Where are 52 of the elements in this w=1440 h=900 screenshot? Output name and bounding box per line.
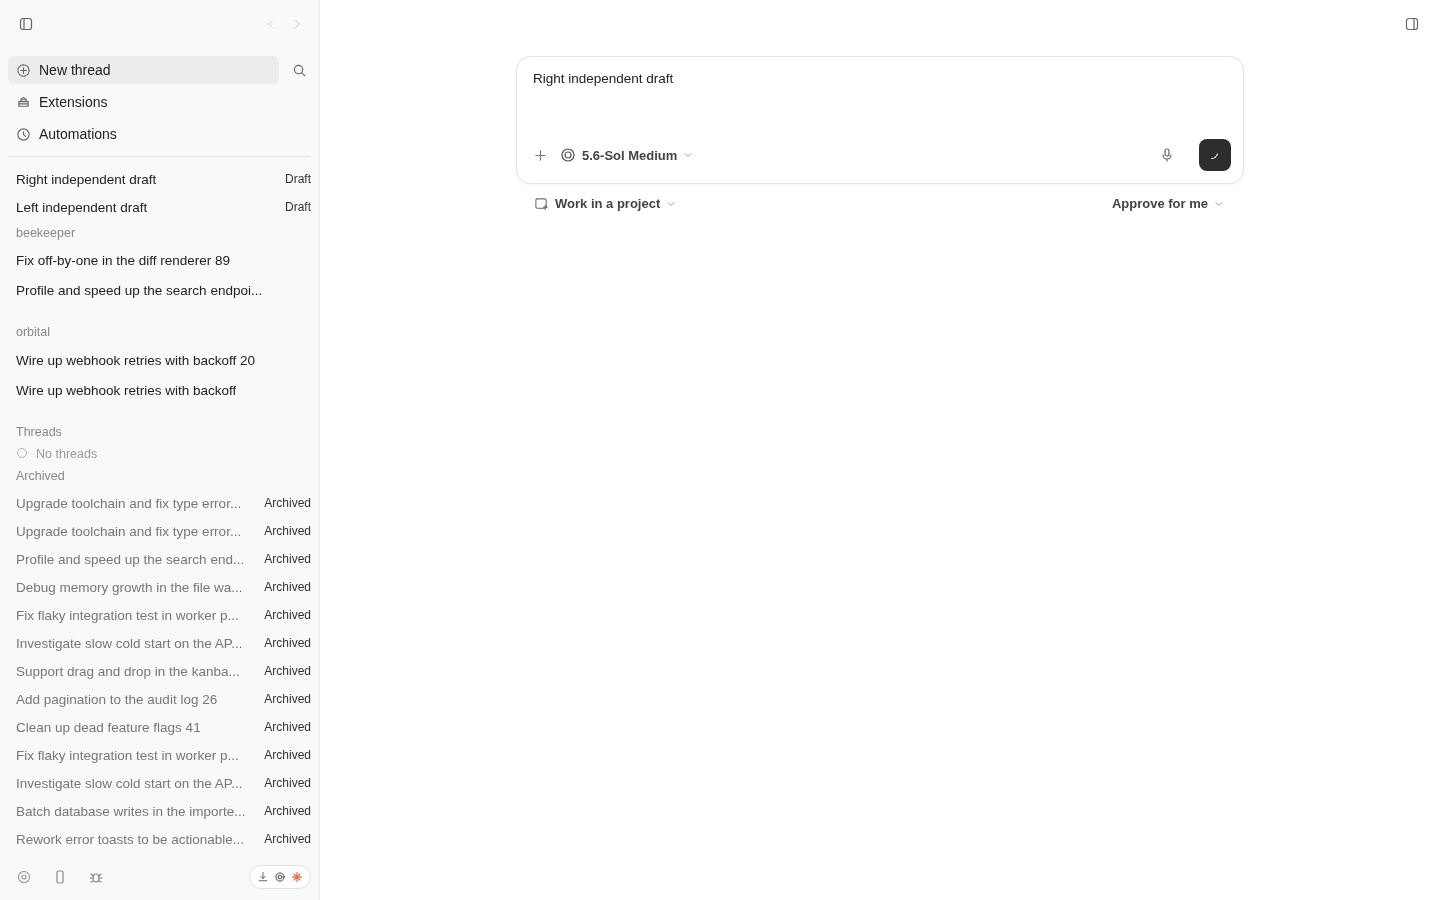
section-label: Archived [15,468,66,485]
archived-item[interactable]: Fix flaky integration test in worker p... Archived [8,741,311,769]
integrations-pill[interactable] [249,865,311,889]
panel-toggle-button[interactable] [1404,16,1420,32]
message-field[interactable]: Right independent draft 5.6-Sol Medium [516,56,1244,184]
extensions-icon [16,94,31,110]
thread-item[interactable]: Profile and speed up the search endpoi... [8,275,311,305]
search-icon [291,62,307,78]
nav-item[interactable]: Automations [8,120,311,148]
archived-item[interactable]: Upgrade toolchain and fix type error... Archived [8,489,311,517]
archived-item[interactable]: Investigate slow cold start on the AP... Archived [8,629,311,657]
archived-item[interactable]: Rework error toasts to be actionable... Archived [8,825,311,853]
folder-icon [534,196,549,211]
project-selector[interactable]: Work in a project [534,196,677,211]
section-label: Threads [15,424,63,441]
archived-item[interactable]: Debug memory growth in the file wa... Archived [8,573,311,601]
settings-button[interactable] [16,869,32,885]
project-label: beekeeper [15,225,77,242]
draft-item[interactable]: Right independent draft Draft [8,165,311,193]
mic-button[interactable] [1159,147,1175,163]
archived-item[interactable]: Support drag and drop in the kanba... Archived [8,657,311,685]
nav-item[interactable]: Extensions [8,88,311,116]
draft-item[interactable]: Left independent draft Draft [8,193,311,221]
plus-icon [533,147,548,163]
panel-icon [1404,16,1420,32]
send-button[interactable] [1199,139,1231,171]
archived-item[interactable]: Investigate slow cold start on the AP... Archived [8,769,311,797]
settings-icon [16,869,32,885]
archived-item[interactable]: Upgrade toolchain and fix type error... Archived [8,517,311,545]
approval-selector[interactable]: Approve for me [1111,196,1224,211]
thread-item[interactable]: Fix off-by-one in the diff renderer 89 [8,245,311,275]
download-icon [257,871,269,883]
thread-item[interactable]: Wire up webhook retries with backoff 20 [8,345,311,375]
panel-icon [18,16,34,32]
starburst-icon [291,871,303,883]
archived-item[interactable]: Add pagination to the audit log 26 Archived [8,685,311,713]
archived-item[interactable]: Profile and speed up the search end... Archived [8,545,311,573]
project-label: orbital [15,324,52,341]
microphone-icon [1159,147,1175,163]
clock-icon [16,126,31,142]
empty-text: No threads [36,447,98,459]
plus-circle-icon [16,62,31,78]
chat-icon [16,447,28,459]
archived-item[interactable]: Batch database writes in the importe... Archived [8,797,311,825]
sidebar-toggle-icon[interactable] [18,16,34,32]
archived-item[interactable]: Fix flaky integration test in worker p... Archived [8,601,311,629]
model-selector[interactable]: 5.6-Sol Medium [560,147,694,163]
add-button[interactable] [533,147,548,163]
caret-icon [683,150,694,160]
nav-item[interactable]: New thread [8,56,279,84]
thread-item[interactable]: Wire up webhook retries with backoff [8,375,311,405]
archived-item[interactable]: Clean up dead feature flags 41 Archived [8,713,311,741]
